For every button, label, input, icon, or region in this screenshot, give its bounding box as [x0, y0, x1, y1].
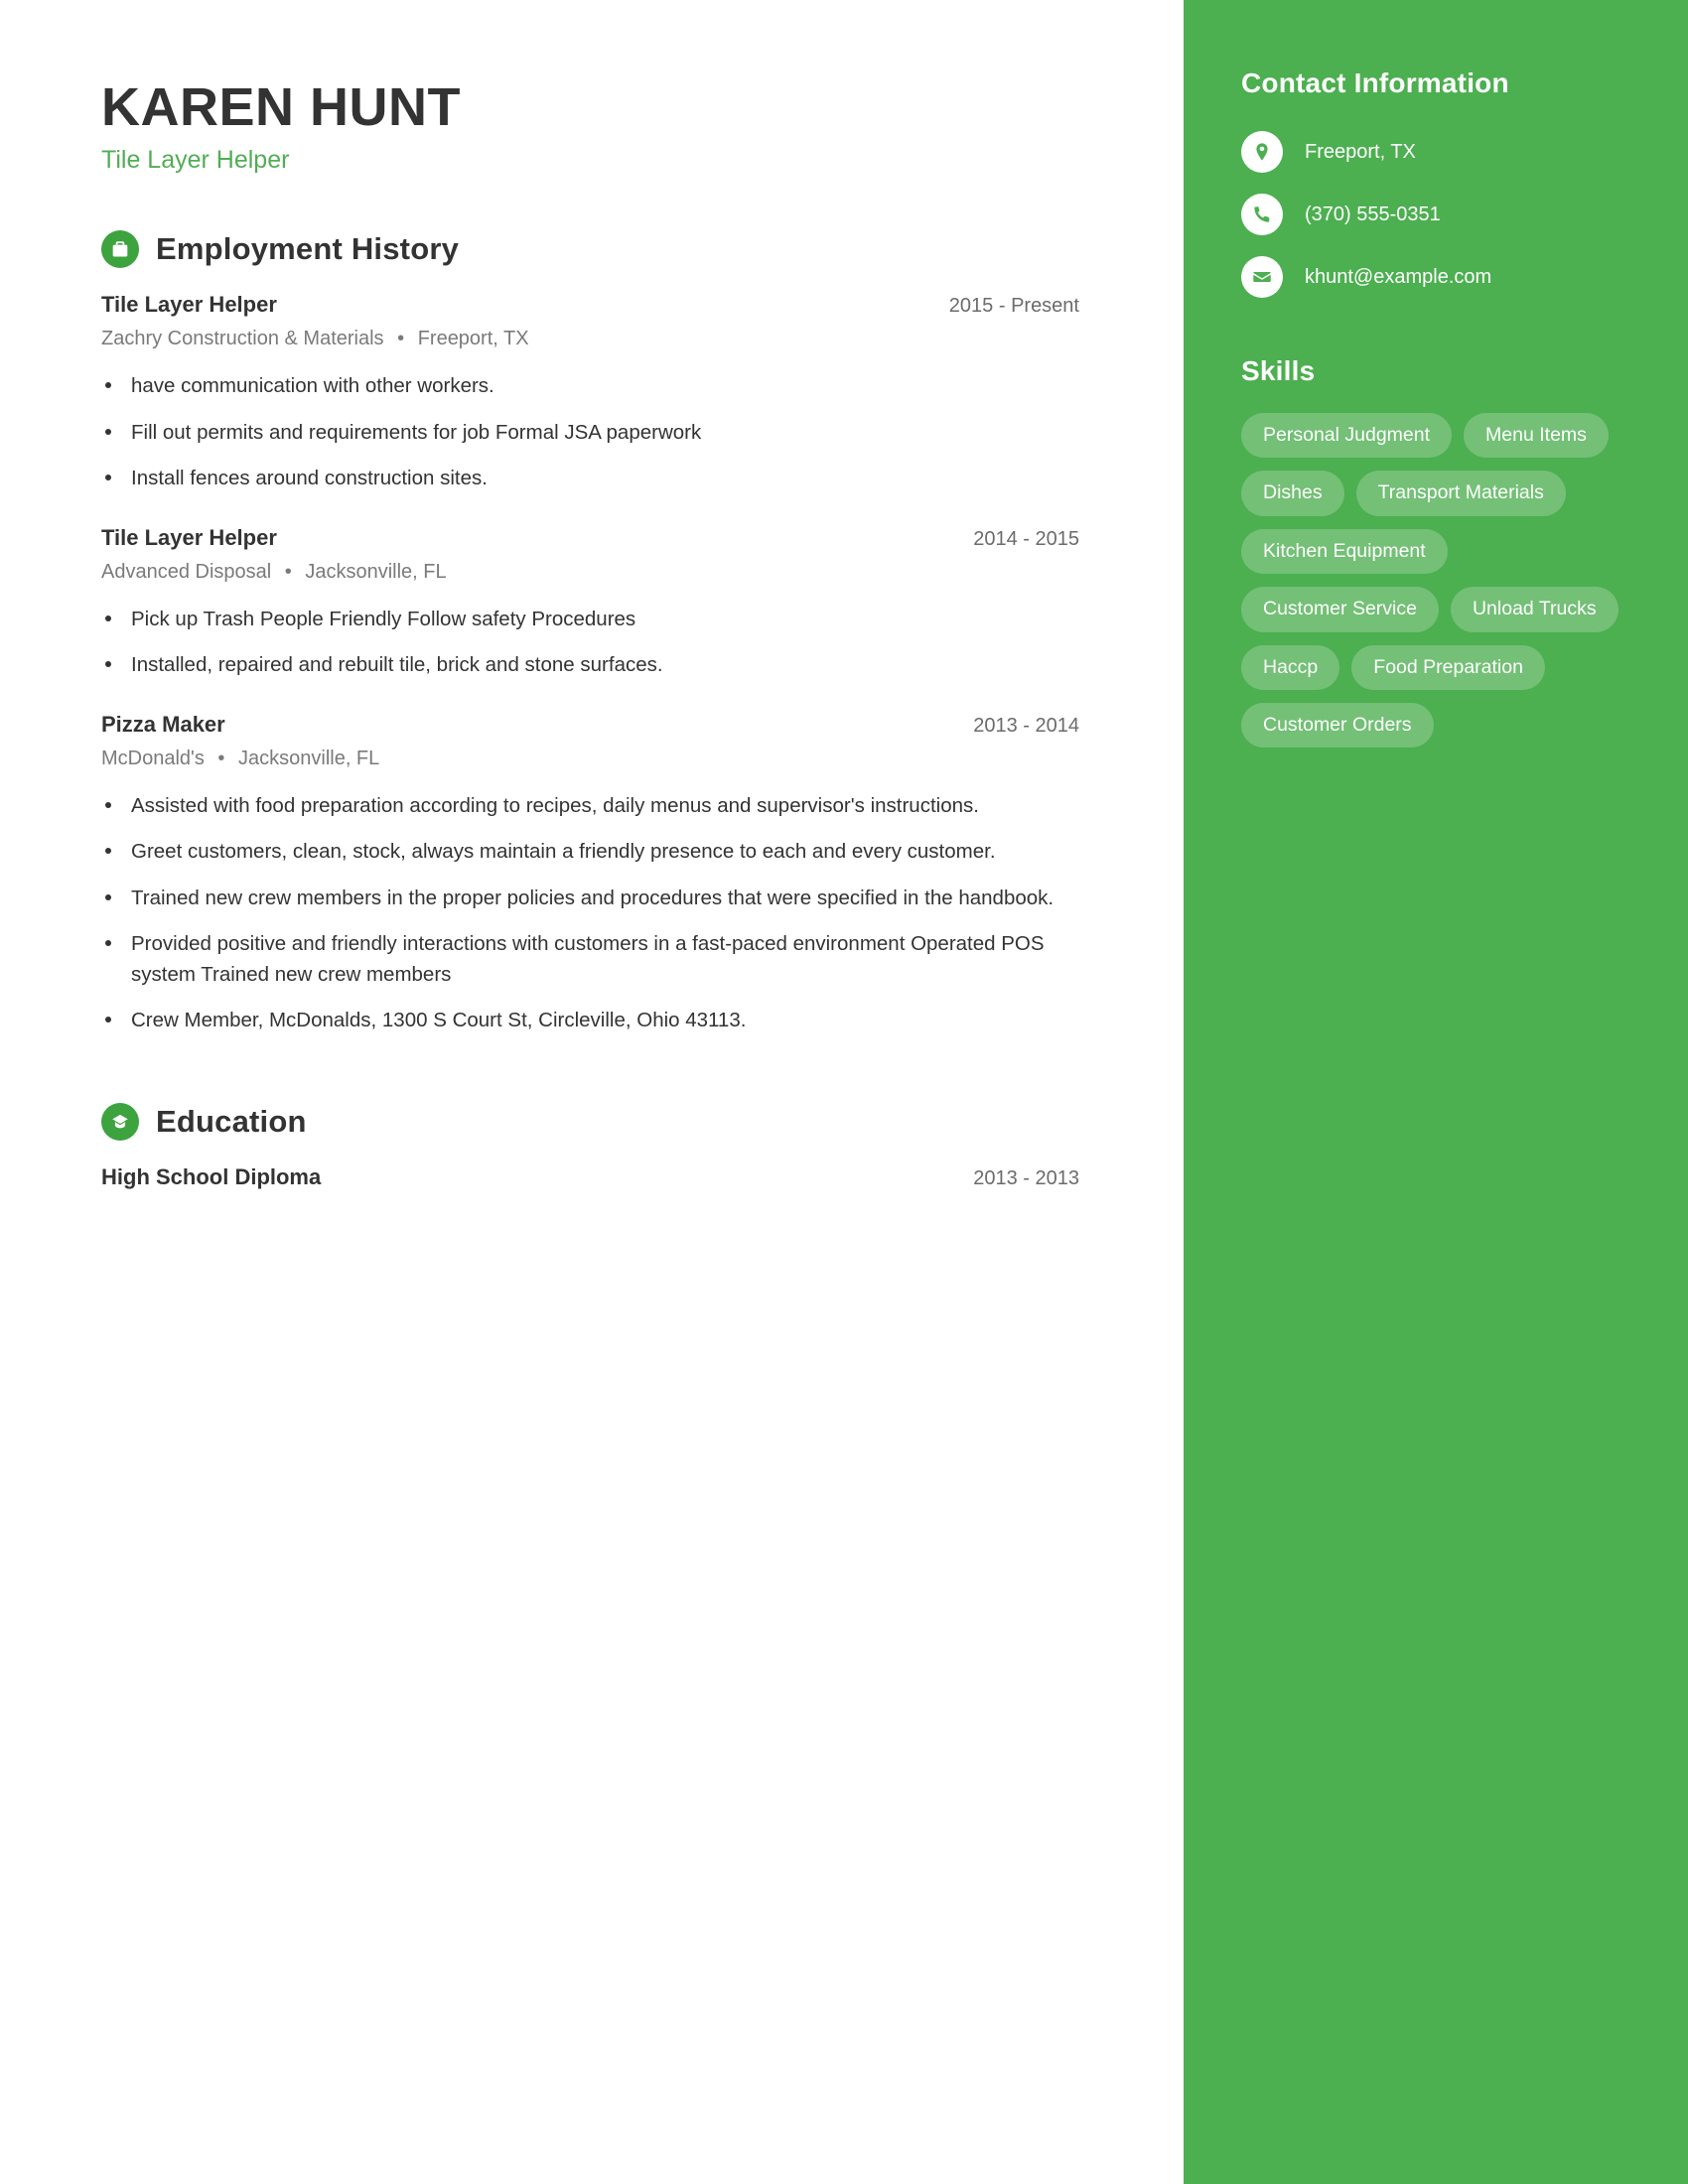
employment-entry-top: Tile Layer Helper 2014 - 2015 — [101, 523, 1079, 553]
employment-location: Freeport, TX — [417, 328, 529, 350]
meta-separator: • — [217, 748, 225, 770]
skill-tag: Menu Items — [1464, 413, 1609, 459]
resume-page: KAREN HUNT Tile Layer Helper Employment … — [0, 0, 1688, 2184]
employment-bullets: Assisted with food preparation according… — [101, 790, 1079, 1035]
employment-entry: Tile Layer Helper 2014 - 2015 Advanced D… — [101, 523, 1079, 680]
employment-dates: 2013 - 2014 — [973, 715, 1079, 738]
bullet-item: Trained new crew members in the proper p… — [101, 883, 1079, 913]
skills-title: Skills — [1241, 355, 1316, 386]
employment-bullets: Pick up Trash People Friendly Follow saf… — [101, 604, 1079, 680]
bullet-item: Fill out permits and requirements for jo… — [101, 417, 1079, 448]
employment-role: Pizza Maker — [101, 712, 225, 738]
skill-tag: Dishes — [1241, 471, 1344, 516]
employment-dates: 2015 - Present — [948, 295, 1079, 318]
contact-location-value: Freeport, TX — [1305, 141, 1416, 163]
employment-role: Tile Layer Helper — [101, 524, 277, 550]
education-degree: High School Diploma — [101, 1164, 322, 1190]
bullet-item: Pick up Trash People Friendly Follow saf… — [101, 604, 1079, 634]
bullet-item: Installed, repaired and rebuilt tile, br… — [101, 649, 1079, 680]
employment-meta: Advanced Disposal • Jacksonville, FL — [101, 558, 1079, 586]
skill-tag: Customer Service — [1241, 587, 1439, 632]
education-dates: 2013 - 2013 — [973, 1167, 1079, 1190]
education-section: Education High School Diploma 2013 - 201… — [101, 1103, 1079, 1192]
employment-entries: Tile Layer Helper 2015 - Present Zachry … — [101, 290, 1079, 1035]
contact-email-value: khunt@example.com — [1305, 266, 1492, 288]
contact-row-location: Freeport, TX — [1241, 131, 1642, 173]
employment-meta: Zachry Construction & Materials • Freepo… — [101, 325, 1079, 352]
employment-company: McDonald's — [101, 748, 205, 770]
skill-tag: Customer Orders — [1241, 702, 1434, 749]
contact-information-title: Contact Information — [1241, 68, 1509, 98]
employment-meta: McDonald's • Jacksonville, FL — [101, 745, 1079, 772]
bullet-item: Greet customers, clean, stock, always ma… — [101, 836, 1079, 867]
education-entry-top: High School Diploma 2013 - 2013 — [101, 1162, 1079, 1192]
candidate-name: KAREN HUNT — [101, 77, 461, 137]
contact-phone-value: (370) 555-0351 — [1305, 204, 1441, 225]
bullet-item: Crew Member, McDonalds, 1300 S Court St,… — [101, 1005, 1079, 1035]
phone-icon — [1241, 194, 1283, 235]
meta-separator: • — [397, 328, 405, 350]
skill-tag: Transport Materials — [1355, 471, 1566, 516]
skill-tag: Food Preparation — [1351, 644, 1545, 690]
employment-entry-top: Tile Layer Helper 2015 - Present — [101, 290, 1079, 320]
employment-history-header: Employment History — [101, 230, 1079, 269]
graduation-cap-icon — [101, 1103, 139, 1142]
briefcase-icon — [101, 230, 139, 269]
sidebar: Contact Information Freeport, TX (370) 5… — [1184, 0, 1688, 2184]
bullet-item: Install fences around construction sites… — [101, 463, 1079, 493]
employment-history-title: Employment History — [156, 231, 460, 267]
employment-company: Advanced Disposal — [101, 560, 272, 583]
employment-bullets: have communication with other workers. F… — [101, 370, 1079, 492]
skill-tag: Personal Judgment — [1241, 413, 1453, 459]
employment-company: Zachry Construction & Materials — [101, 328, 384, 350]
education-header: Education — [101, 1103, 1079, 1142]
employment-role: Tile Layer Helper — [101, 292, 277, 318]
employment-history-section: Employment History Tile Layer Helper 201… — [101, 230, 1079, 1035]
education-title: Education — [156, 1104, 307, 1140]
meta-separator: • — [284, 560, 292, 583]
skills-list: Personal Judgment Menu Items Dishes Tran… — [1241, 413, 1638, 749]
candidate-headline: Tile Layer Helper — [101, 146, 290, 175]
bullet-item: have communication with other workers. — [101, 370, 1079, 401]
contact-row-email: khunt@example.com — [1241, 256, 1642, 298]
contact-row-phone: (370) 555-0351 — [1241, 194, 1642, 235]
skill-tag: Kitchen Equipment — [1241, 528, 1448, 575]
employment-entry: Tile Layer Helper 2015 - Present Zachry … — [101, 290, 1079, 492]
employment-dates: 2014 - 2015 — [973, 527, 1079, 550]
employment-location: Jacksonville, FL — [238, 748, 380, 770]
employment-location: Jacksonville, FL — [305, 560, 447, 583]
bullet-item: Assisted with food preparation according… — [101, 790, 1079, 821]
skill-tag: Unload Trucks — [1450, 587, 1618, 632]
contact-list: Freeport, TX (370) 555-0351 khunt@exampl… — [1241, 131, 1642, 298]
skill-tag: Haccp — [1241, 644, 1340, 690]
location-pin-icon — [1241, 131, 1283, 173]
bullet-item: Provided positive and friendly interacti… — [101, 928, 1079, 990]
main-column: KAREN HUNT Tile Layer Helper Employment … — [0, 0, 1184, 2184]
employment-entry: Pizza Maker 2013 - 2014 McDonald's • Jac… — [101, 710, 1079, 1035]
employment-entry-top: Pizza Maker 2013 - 2014 — [101, 710, 1079, 740]
education-entry: High School Diploma 2013 - 2013 — [101, 1162, 1079, 1192]
envelope-icon — [1241, 256, 1283, 298]
